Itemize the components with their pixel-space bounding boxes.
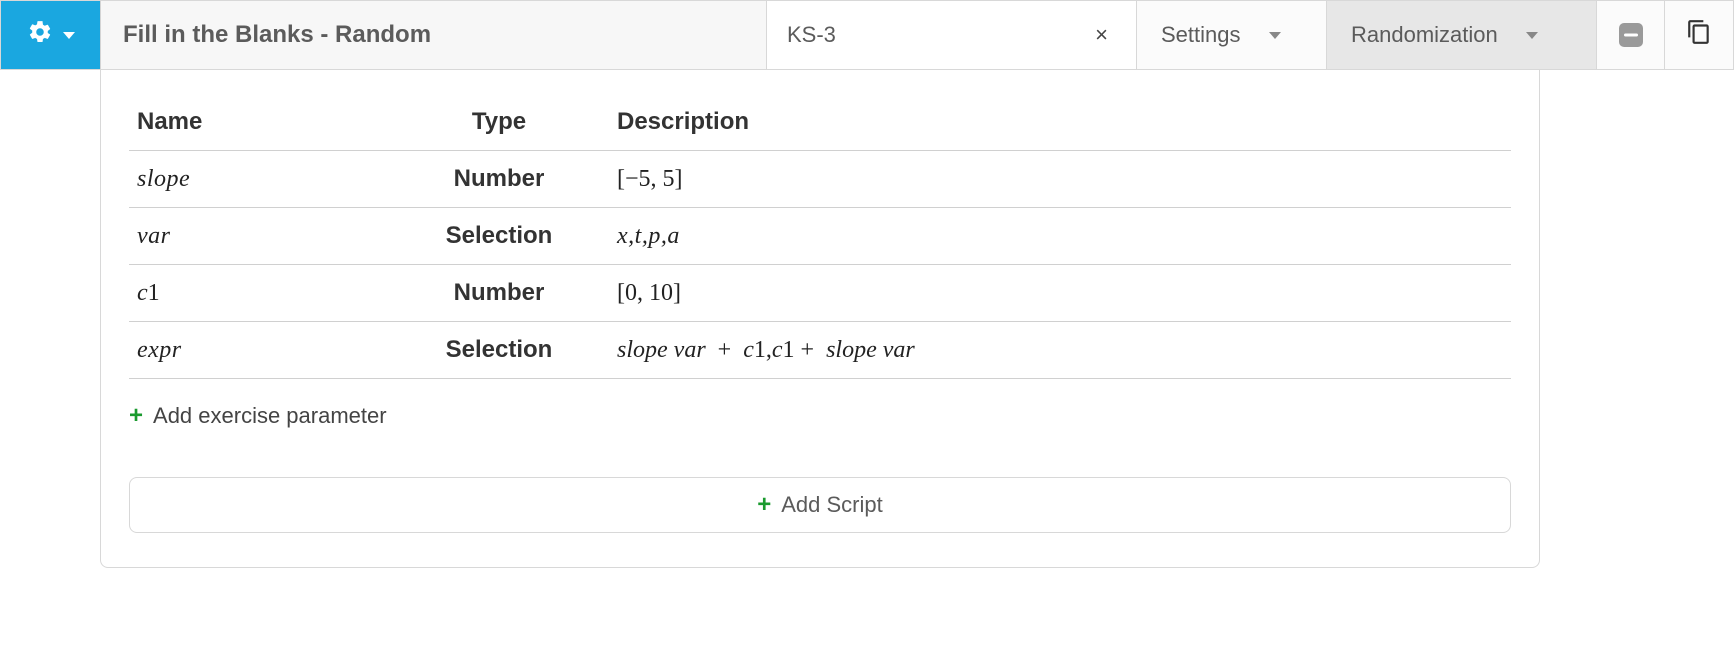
randomization-dropdown[interactable]: Randomization: [1327, 1, 1597, 69]
param-description: [0, 10]: [617, 280, 681, 306]
table-row[interactable]: c1 Number [0, 10]: [129, 265, 1511, 322]
table-row[interactable]: slope Number [−5, 5]: [129, 151, 1511, 208]
param-type: Selection: [389, 322, 609, 379]
add-script-button[interactable]: + Add Script: [129, 477, 1511, 533]
chevron-down-icon: [1269, 32, 1281, 39]
copy-button[interactable]: [1665, 1, 1733, 69]
minus-icon: [1619, 23, 1643, 47]
param-name: var: [137, 223, 171, 249]
header-name: Name: [129, 98, 389, 151]
randomization-panel: Name Type Description slope Number [−5, …: [100, 70, 1540, 568]
toolbar: Fill in the Blanks - Random × Settings R…: [0, 0, 1734, 70]
settings-dropdown[interactable]: Settings: [1137, 1, 1327, 69]
table-row[interactable]: expr Selection slope var + c1,c1 + slope…: [129, 322, 1511, 379]
tag-input[interactable]: [787, 22, 1087, 48]
title-text: Fill in the Blanks - Random: [123, 21, 431, 49]
plus-icon: +: [129, 404, 143, 428]
parameters-table: Name Type Description slope Number [−5, …: [129, 98, 1511, 379]
table-row[interactable]: var Selection x,t,p,a: [129, 208, 1511, 265]
chevron-down-icon: [63, 32, 75, 39]
param-description: slope var + c1,c1 + slope var: [617, 337, 915, 363]
add-script-label: Add Script: [781, 492, 883, 518]
header-description: Description: [609, 98, 1511, 151]
param-type: Number: [389, 265, 609, 322]
param-name: slope: [137, 166, 190, 192]
param-description: x,t,p,a: [617, 223, 680, 249]
header-type: Type: [389, 98, 609, 151]
chevron-down-icon: [1526, 32, 1538, 39]
add-parameter-label: Add exercise parameter: [153, 403, 387, 429]
param-type: Selection: [389, 208, 609, 265]
exercise-title: Fill in the Blanks - Random: [101, 1, 767, 69]
collapse-button[interactable]: [1597, 1, 1665, 69]
param-description: [−5, 5]: [617, 166, 683, 192]
settings-dropdown-label: Settings: [1161, 22, 1241, 48]
table-header-row: Name Type Description: [129, 98, 1511, 151]
tag-input-segment[interactable]: ×: [767, 1, 1137, 69]
param-name: c1: [137, 280, 160, 306]
copy-icon: [1686, 19, 1712, 51]
randomization-dropdown-label: Randomization: [1351, 22, 1498, 48]
settings-gear-button[interactable]: [1, 1, 101, 69]
add-parameter-button[interactable]: + Add exercise parameter: [129, 403, 387, 429]
clear-icon[interactable]: ×: [1087, 18, 1116, 52]
gear-icon: [27, 19, 53, 51]
param-type: Number: [389, 151, 609, 208]
param-name: expr: [137, 337, 182, 363]
plus-icon: +: [757, 493, 771, 517]
